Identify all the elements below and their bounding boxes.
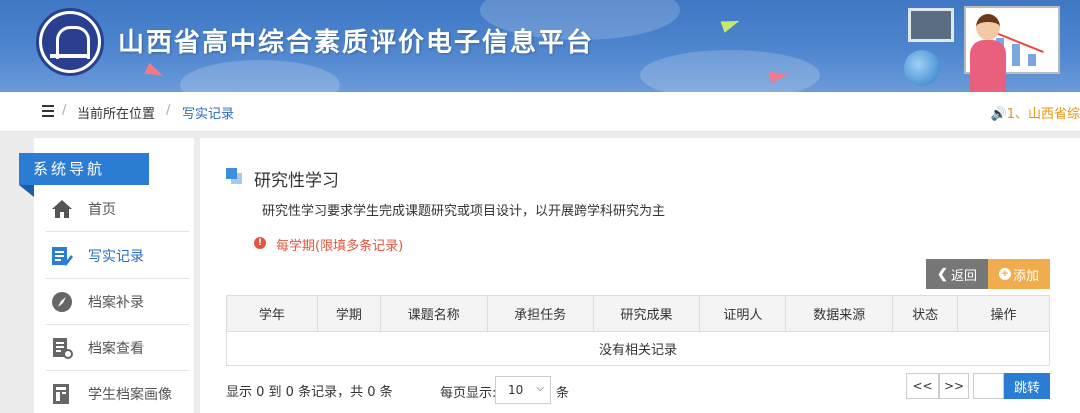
logo-emblem-icon (42, 14, 98, 70)
column-header[interactable]: 研究成果 (592, 295, 701, 332)
plus-circle-icon: + (998, 268, 1011, 280)
column-header[interactable]: 数据来源 (785, 295, 894, 332)
column-header[interactable]: 学年 (226, 295, 318, 332)
column-header[interactable]: 学期 (316, 295, 381, 332)
notice-marquee[interactable]: 🔊1、山西省综 (991, 103, 1080, 122)
banner-illustration (900, 0, 1080, 92)
paper-plane-icon (144, 62, 166, 82)
breadcrumb-location-label: 当前所在位置 (77, 107, 156, 122)
sidebar-item-view[interactable]: 档案查看 (46, 325, 189, 371)
paper-plane-icon (720, 15, 742, 33)
edit-note-icon (50, 244, 74, 268)
site-title: 山西省高中综合素质评价电子信息平台 (118, 28, 595, 58)
banner-cloud (180, 60, 340, 92)
jump-button[interactable]: 跳转 (1004, 373, 1050, 399)
records-table: 学年 学期 课题名称 承担任务 研究成果 证明人 数据来源 状态 操作 没有相关… (226, 295, 1050, 366)
column-header[interactable]: 课题名称 (379, 295, 488, 332)
monitor-icon (908, 8, 954, 42)
per-page-value: 10 (508, 383, 524, 397)
per-page-label: 每页显示: (440, 386, 497, 401)
sidebar: 系统导航 首页 写实记录 档案补录 档案查看 学生档案画像 (19, 138, 194, 413)
chevron-left-icon: ❮ (937, 266, 948, 281)
section-icon (226, 168, 242, 184)
sidebar-item-records[interactable]: 写实记录 (46, 233, 189, 279)
section-title: 研究性学习 (254, 171, 339, 191)
profile-icon (50, 382, 74, 406)
column-header[interactable]: 承担任务 (486, 295, 594, 332)
home-icon (50, 197, 74, 221)
per-page-unit: 条 (556, 386, 570, 401)
add-button[interactable]: + 添加 (988, 259, 1050, 289)
per-page-select[interactable]: 10 ⌵ (495, 376, 551, 404)
empty-table-message: 没有相关记录 (226, 331, 1050, 366)
breadcrumb: / 当前所在位置 / 写实记录 🔊1、山西省综 (0, 92, 1080, 132)
add-button-label: 添加 (1012, 267, 1039, 283)
globe-icon (904, 50, 940, 86)
table-header-row: 学年 学期 课题名称 承担任务 研究成果 证明人 数据来源 状态 操作 (226, 295, 1050, 332)
sidebar-item-label: 写实记录 (88, 248, 144, 265)
back-button[interactable]: ❮ 返回 (926, 259, 988, 289)
site-logo[interactable] (36, 8, 104, 76)
pagination-info: 显示 0 到 0 条记录，共 0 条 (226, 385, 393, 400)
column-header[interactable]: 操作 (957, 295, 1050, 332)
breadcrumb-separator: / (166, 103, 171, 118)
sidebar-item-label: 档案补录 (88, 294, 144, 311)
table-row: 没有相关记录 (226, 331, 1050, 366)
next-page-button[interactable]: >> (939, 373, 969, 399)
sidebar-title: 系统导航 (19, 153, 149, 197)
header-banner: 山西省高中综合素质评价电子信息平台 (0, 0, 1080, 92)
prev-page-button[interactable]: << (906, 373, 939, 399)
chevron-down-icon: ⌵ (536, 383, 544, 394)
sidebar-item-home[interactable]: 首页 (46, 186, 189, 232)
sidebar-item-label: 档案查看 (88, 340, 144, 357)
column-header[interactable]: 证明人 (699, 295, 787, 332)
sidebar-item-label: 首页 (88, 201, 116, 218)
warning-text: 每学期(限填多条记录) (276, 239, 404, 254)
sidebar-item-supplement[interactable]: 档案补录 (46, 279, 189, 325)
sidebar-item-label: 学生档案画像 (88, 386, 172, 403)
teacher-illustration (968, 14, 1008, 92)
compass-icon (50, 290, 74, 314)
section-description: 研究性学习要求学生完成课题研究或项目设计，以开展跨学科研究为主 (262, 204, 666, 219)
document-view-icon (50, 336, 74, 360)
menu-icon[interactable] (42, 105, 54, 117)
main-content: 研究性学习 研究性学习要求学生完成课题研究或项目设计，以开展跨学科研究为主 ! … (200, 138, 1080, 413)
breadcrumb-separator: / (62, 103, 67, 118)
page-jump-input[interactable] (973, 373, 1004, 399)
back-button-label: 返回 (950, 267, 977, 283)
breadcrumb-current[interactable]: 写实记录 (182, 103, 234, 122)
sidebar-item-profile[interactable]: 学生档案画像 (46, 371, 189, 413)
banner-cloud (640, 50, 820, 92)
column-header[interactable]: 状态 (892, 295, 959, 332)
warning-icon: ! (254, 237, 266, 249)
